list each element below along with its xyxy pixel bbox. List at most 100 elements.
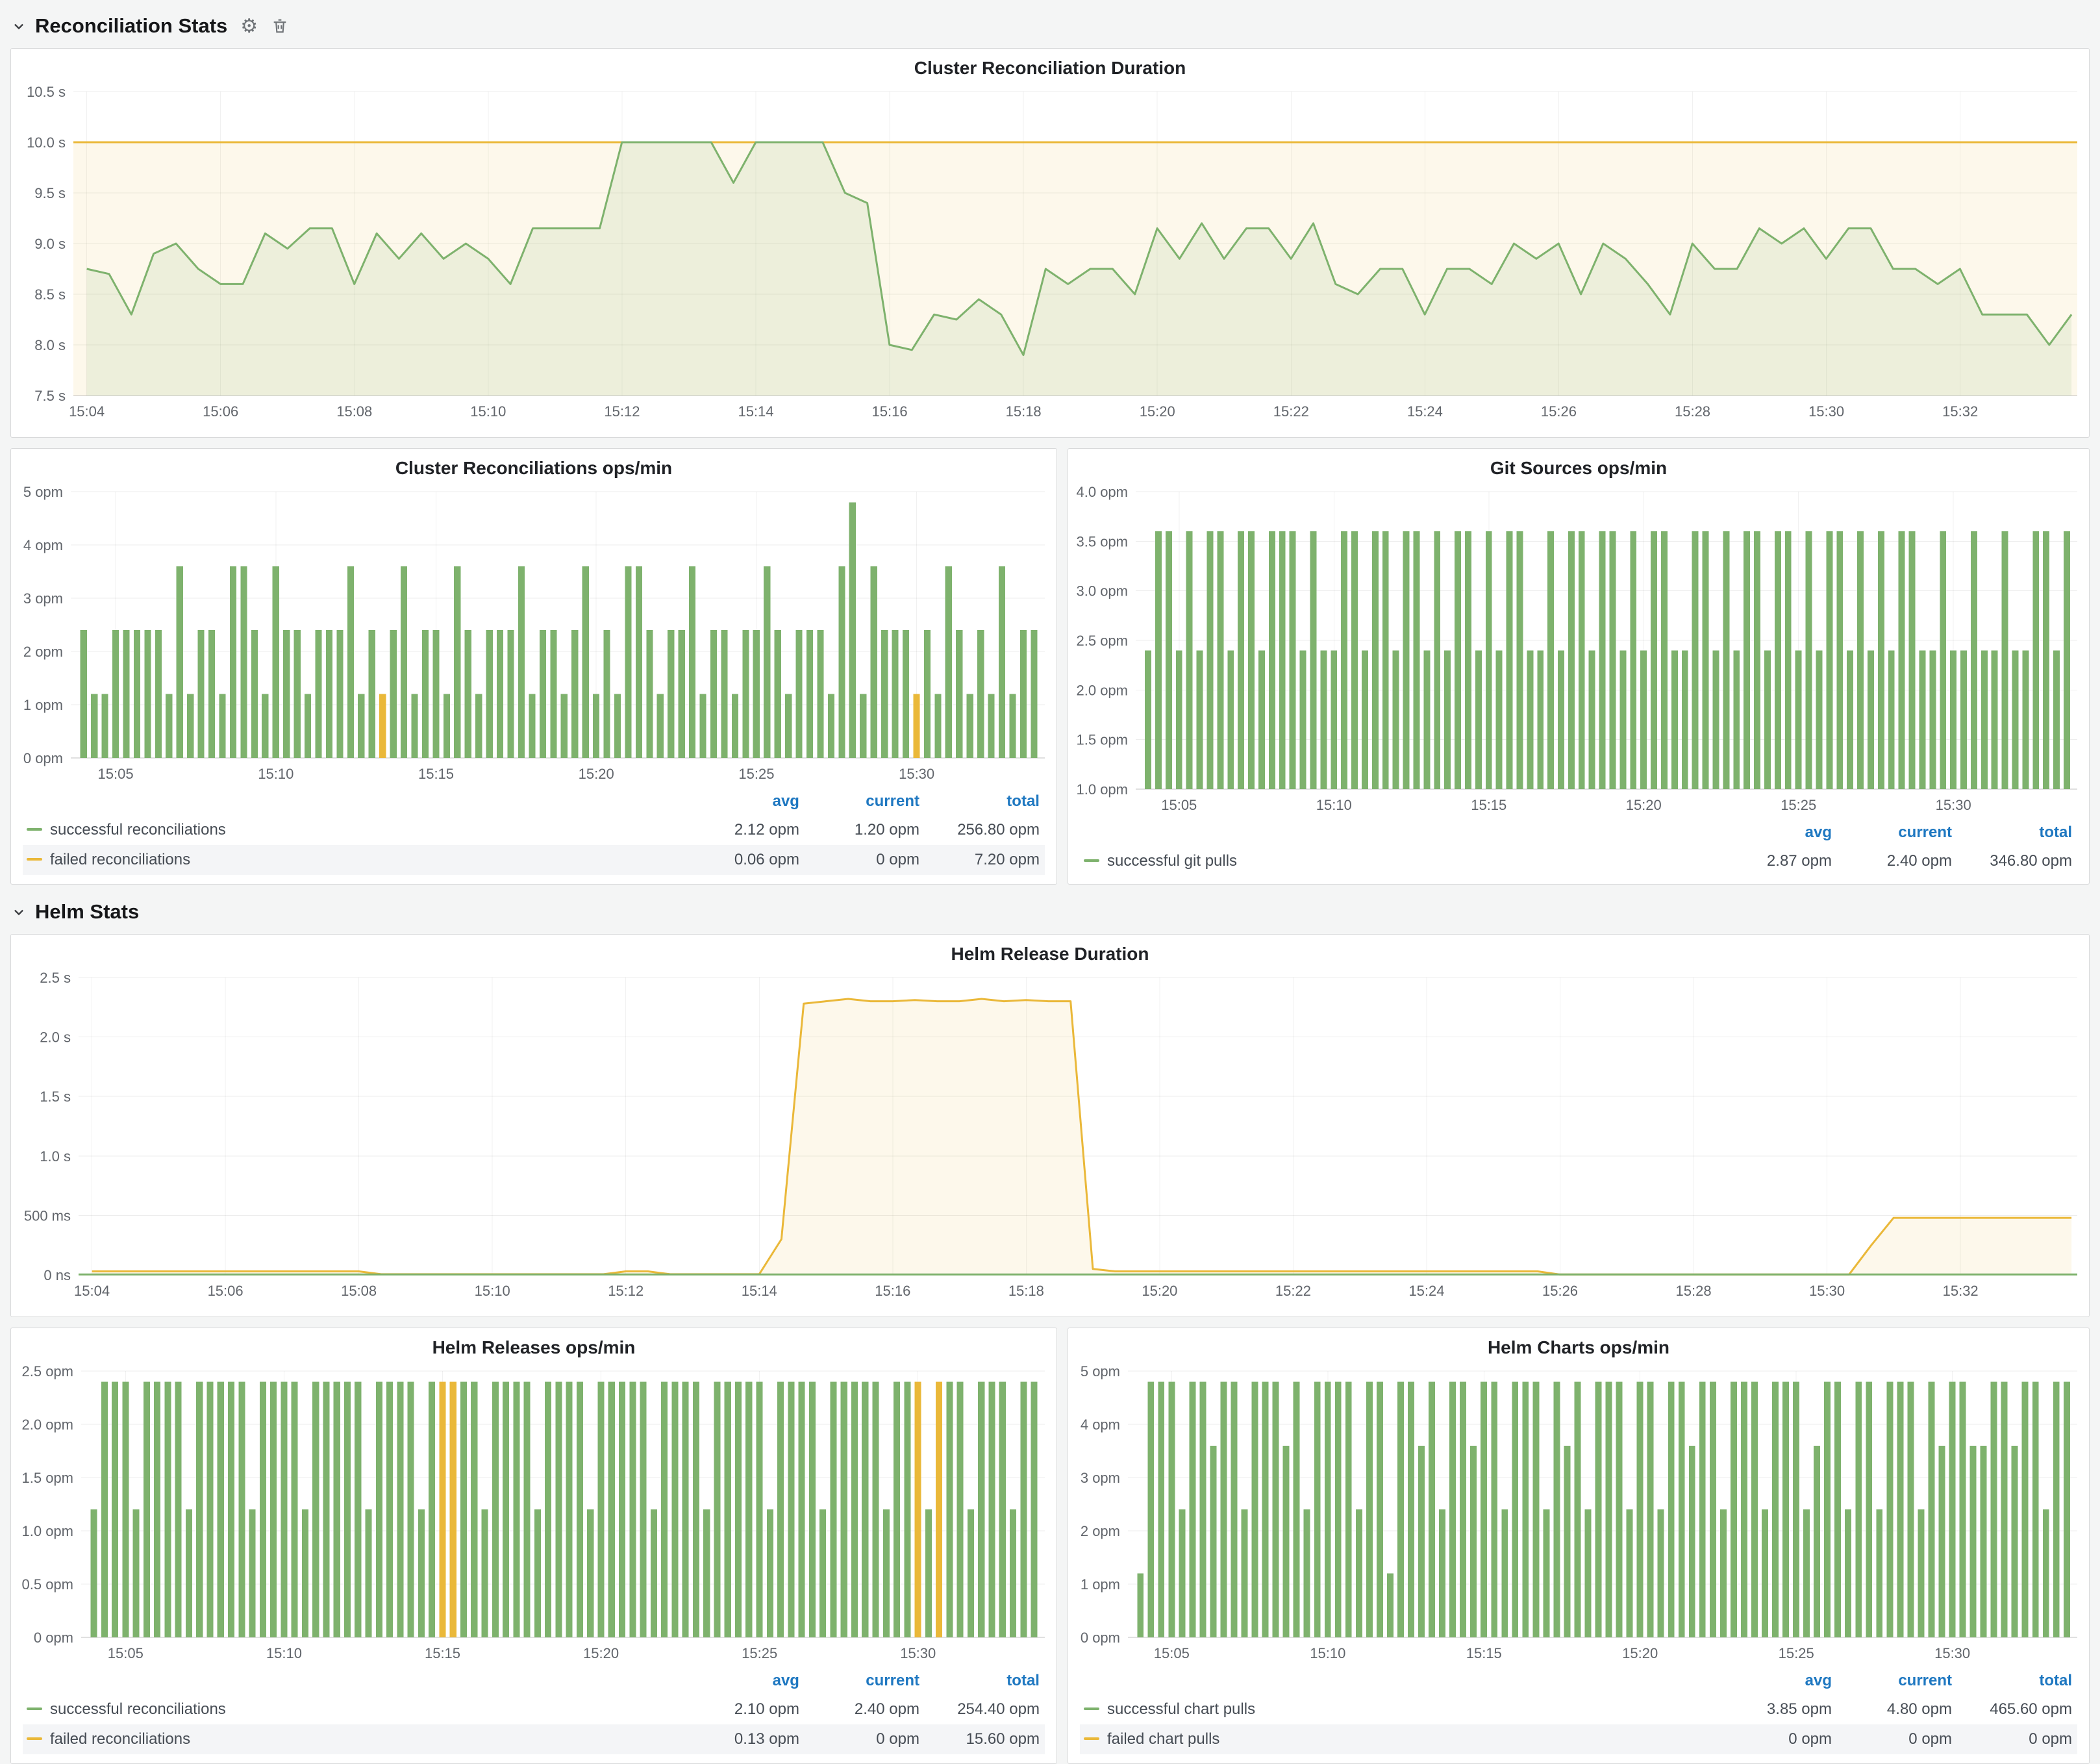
svg-text:2 opm: 2 opm xyxy=(23,644,63,660)
legend-column-header[interactable]: total xyxy=(925,1667,1045,1695)
dashboard-page: Reconciliation Stats ⚙ Cluster Reconcili… xyxy=(0,0,2100,1764)
chart-canvas[interactable]: 0 opm1 opm2 opm3 opm4 opm5 opm15:0515:10… xyxy=(11,483,1056,788)
chevron-down-icon[interactable] xyxy=(12,19,26,33)
chart-canvas[interactable]: 0 opm0.5 opm1.0 opm1.5 opm2.0 opm2.5 opm… xyxy=(11,1362,1056,1667)
chart-cluster-reconciliation-duration[interactable]: 7.5 s8.0 s8.5 s9.0 s9.5 s10.0 s10.5 s15:… xyxy=(11,82,2089,425)
chart-git-sources-opm[interactable]: 1.0 opm1.5 opm2.0 opm2.5 opm3.0 opm3.5 o… xyxy=(1068,483,2089,819)
svg-text:15:28: 15:28 xyxy=(1676,1283,1712,1299)
svg-text:9.0 s: 9.0 s xyxy=(34,236,66,252)
svg-text:15:10: 15:10 xyxy=(470,403,506,420)
legend-header-spacer xyxy=(23,1667,684,1695)
svg-text:1 opm: 1 opm xyxy=(23,697,63,713)
series-name[interactable]: successful reconciliations xyxy=(50,1700,226,1718)
chart-helm-release-duration[interactable]: 0 ns500 ms1.0 s1.5 s2.0 s2.5 s15:0415:06… xyxy=(11,968,2089,1305)
svg-text:15:15: 15:15 xyxy=(1466,1645,1502,1661)
panel-title[interactable]: Helm Release Duration xyxy=(11,935,2089,968)
chart-canvas[interactable]: 1.0 opm1.5 opm2.0 opm2.5 opm3.0 opm3.5 o… xyxy=(1068,483,2089,819)
svg-text:2.5 opm: 2.5 opm xyxy=(1076,633,1128,649)
svg-text:0 opm: 0 opm xyxy=(1081,1630,1120,1646)
svg-text:15:25: 15:25 xyxy=(738,766,774,782)
svg-text:5 opm: 5 opm xyxy=(23,484,63,500)
svg-text:10.5 s: 10.5 s xyxy=(27,84,66,100)
legend-header-spacer xyxy=(1080,819,1717,846)
legend-column-header[interactable]: current xyxy=(1837,1667,1957,1695)
svg-text:4 opm: 4 opm xyxy=(23,537,63,553)
svg-text:15:22: 15:22 xyxy=(1275,1283,1311,1299)
svg-text:15:04: 15:04 xyxy=(74,1283,110,1299)
section-title[interactable]: Helm Stats xyxy=(35,900,139,924)
trash-icon[interactable] xyxy=(271,17,289,35)
panel-title[interactable]: Helm Charts ops/min xyxy=(1068,1328,2089,1362)
legend-value: 0 opm xyxy=(1837,1724,1957,1754)
svg-text:15:06: 15:06 xyxy=(208,1283,244,1299)
legend-value: 0 opm xyxy=(1957,1724,2077,1754)
svg-text:1.5 opm: 1.5 opm xyxy=(22,1470,74,1486)
svg-text:15:30: 15:30 xyxy=(1936,797,1971,813)
legend-column-header[interactable]: avg xyxy=(684,1667,805,1695)
chart-canvas[interactable]: 0 ns500 ms1.0 s1.5 s2.0 s2.5 s15:0415:06… xyxy=(11,968,2089,1305)
series-name[interactable]: failed reconciliations xyxy=(50,1730,190,1748)
svg-text:2.0 opm: 2.0 opm xyxy=(22,1417,74,1433)
legend-value: 15.60 opm xyxy=(925,1724,1045,1754)
legend-column-header[interactable]: avg xyxy=(1717,1667,1837,1695)
panel-title[interactable]: Git Sources ops/min xyxy=(1068,449,2089,483)
series-name[interactable]: successful chart pulls xyxy=(1107,1700,1255,1718)
panel-title[interactable]: Cluster Reconciliations ops/min xyxy=(11,449,1056,483)
svg-text:15:24: 15:24 xyxy=(1408,1283,1444,1299)
svg-text:15:15: 15:15 xyxy=(425,1645,460,1661)
chart-legend: avgcurrenttotal successful reconciliation… xyxy=(23,1667,1045,1754)
legend-column-header[interactable]: current xyxy=(805,788,925,815)
legend-column-header[interactable]: current xyxy=(805,1667,925,1695)
svg-text:15:08: 15:08 xyxy=(341,1283,377,1299)
legend-value: 1.20 opm xyxy=(805,815,925,845)
legend-column-header[interactable]: total xyxy=(1957,1667,2077,1695)
legend-value: 2.10 opm xyxy=(684,1695,805,1724)
svg-text:15:32: 15:32 xyxy=(1943,1283,1979,1299)
legend-column-header[interactable]: current xyxy=(1837,819,1957,846)
svg-text:15:10: 15:10 xyxy=(1310,1645,1345,1661)
svg-text:0.5 opm: 0.5 opm xyxy=(22,1576,74,1593)
svg-text:15:15: 15:15 xyxy=(1471,797,1506,813)
chevron-down-icon[interactable] xyxy=(12,905,26,919)
legend-value: 256.80 opm xyxy=(925,815,1045,845)
legend-column-header[interactable]: total xyxy=(925,788,1045,815)
legend-row: failed chart pulls0 opm0 opm0 opm xyxy=(1080,1724,2077,1754)
svg-text:15:20: 15:20 xyxy=(1626,797,1662,813)
svg-text:15:16: 15:16 xyxy=(875,1283,910,1299)
chart-canvas[interactable]: 7.5 s8.0 s8.5 s9.0 s9.5 s10.0 s10.5 s15:… xyxy=(11,82,2089,425)
chart-canvas[interactable]: 0 opm1 opm2 opm3 opm4 opm5 opm15:0515:10… xyxy=(1068,1362,2089,1667)
svg-text:15:25: 15:25 xyxy=(1781,797,1816,813)
svg-text:15:32: 15:32 xyxy=(1942,403,1978,420)
legend-column-header[interactable]: avg xyxy=(1717,819,1837,846)
svg-text:15:05: 15:05 xyxy=(108,1645,144,1661)
svg-text:8.5 s: 8.5 s xyxy=(34,286,66,303)
series-name[interactable]: failed chart pulls xyxy=(1107,1730,1219,1748)
panel-title[interactable]: Cluster Reconciliation Duration xyxy=(11,49,2089,82)
chart-helm-charts-opm[interactable]: 0 opm1 opm2 opm3 opm4 opm5 opm15:0515:10… xyxy=(1068,1362,2089,1667)
legend-value: 2.87 opm xyxy=(1717,846,1837,876)
legend-value: 0 opm xyxy=(1717,1724,1837,1754)
chart-cluster-reconciliations-opm[interactable]: 0 opm1 opm2 opm3 opm4 opm5 opm15:0515:10… xyxy=(11,483,1056,788)
legend-column-header[interactable]: avg xyxy=(684,788,805,815)
series-name[interactable]: successful git pulls xyxy=(1107,852,1237,870)
svg-text:15:10: 15:10 xyxy=(266,1645,302,1661)
series-name[interactable]: failed reconciliations xyxy=(50,851,190,868)
chart-helm-releases-opm[interactable]: 0 opm0.5 opm1.0 opm1.5 opm2.0 opm2.5 opm… xyxy=(11,1362,1056,1667)
svg-text:3 opm: 3 opm xyxy=(23,590,63,607)
section-title[interactable]: Reconciliation Stats xyxy=(35,14,227,38)
series-swatch xyxy=(1084,1707,1099,1710)
legend-row: successful git pulls2.87 opm2.40 opm346.… xyxy=(1080,846,2077,876)
panel-title[interactable]: Helm Releases ops/min xyxy=(11,1328,1056,1362)
svg-text:15:20: 15:20 xyxy=(1140,403,1175,420)
panel-row-helm: Helm Releases ops/min 0 opm0.5 opm1.0 op… xyxy=(10,1328,2090,1764)
legend-column-header[interactable]: total xyxy=(1957,819,2077,846)
legend-value: 0.13 opm xyxy=(684,1724,805,1754)
svg-text:1.5 opm: 1.5 opm xyxy=(1076,732,1128,748)
panel-cluster-reconciliation-duration: Cluster Reconciliation Duration 7.5 s8.0… xyxy=(10,48,2090,438)
series-name[interactable]: successful reconciliations xyxy=(50,821,226,838)
panel-helm-releases-opm: Helm Releases ops/min 0 opm0.5 opm1.0 op… xyxy=(10,1328,1057,1764)
svg-text:15:22: 15:22 xyxy=(1273,403,1309,420)
svg-text:15:15: 15:15 xyxy=(418,766,454,782)
svg-text:15:05: 15:05 xyxy=(1154,1645,1190,1661)
gear-icon[interactable]: ⚙ xyxy=(240,15,258,38)
